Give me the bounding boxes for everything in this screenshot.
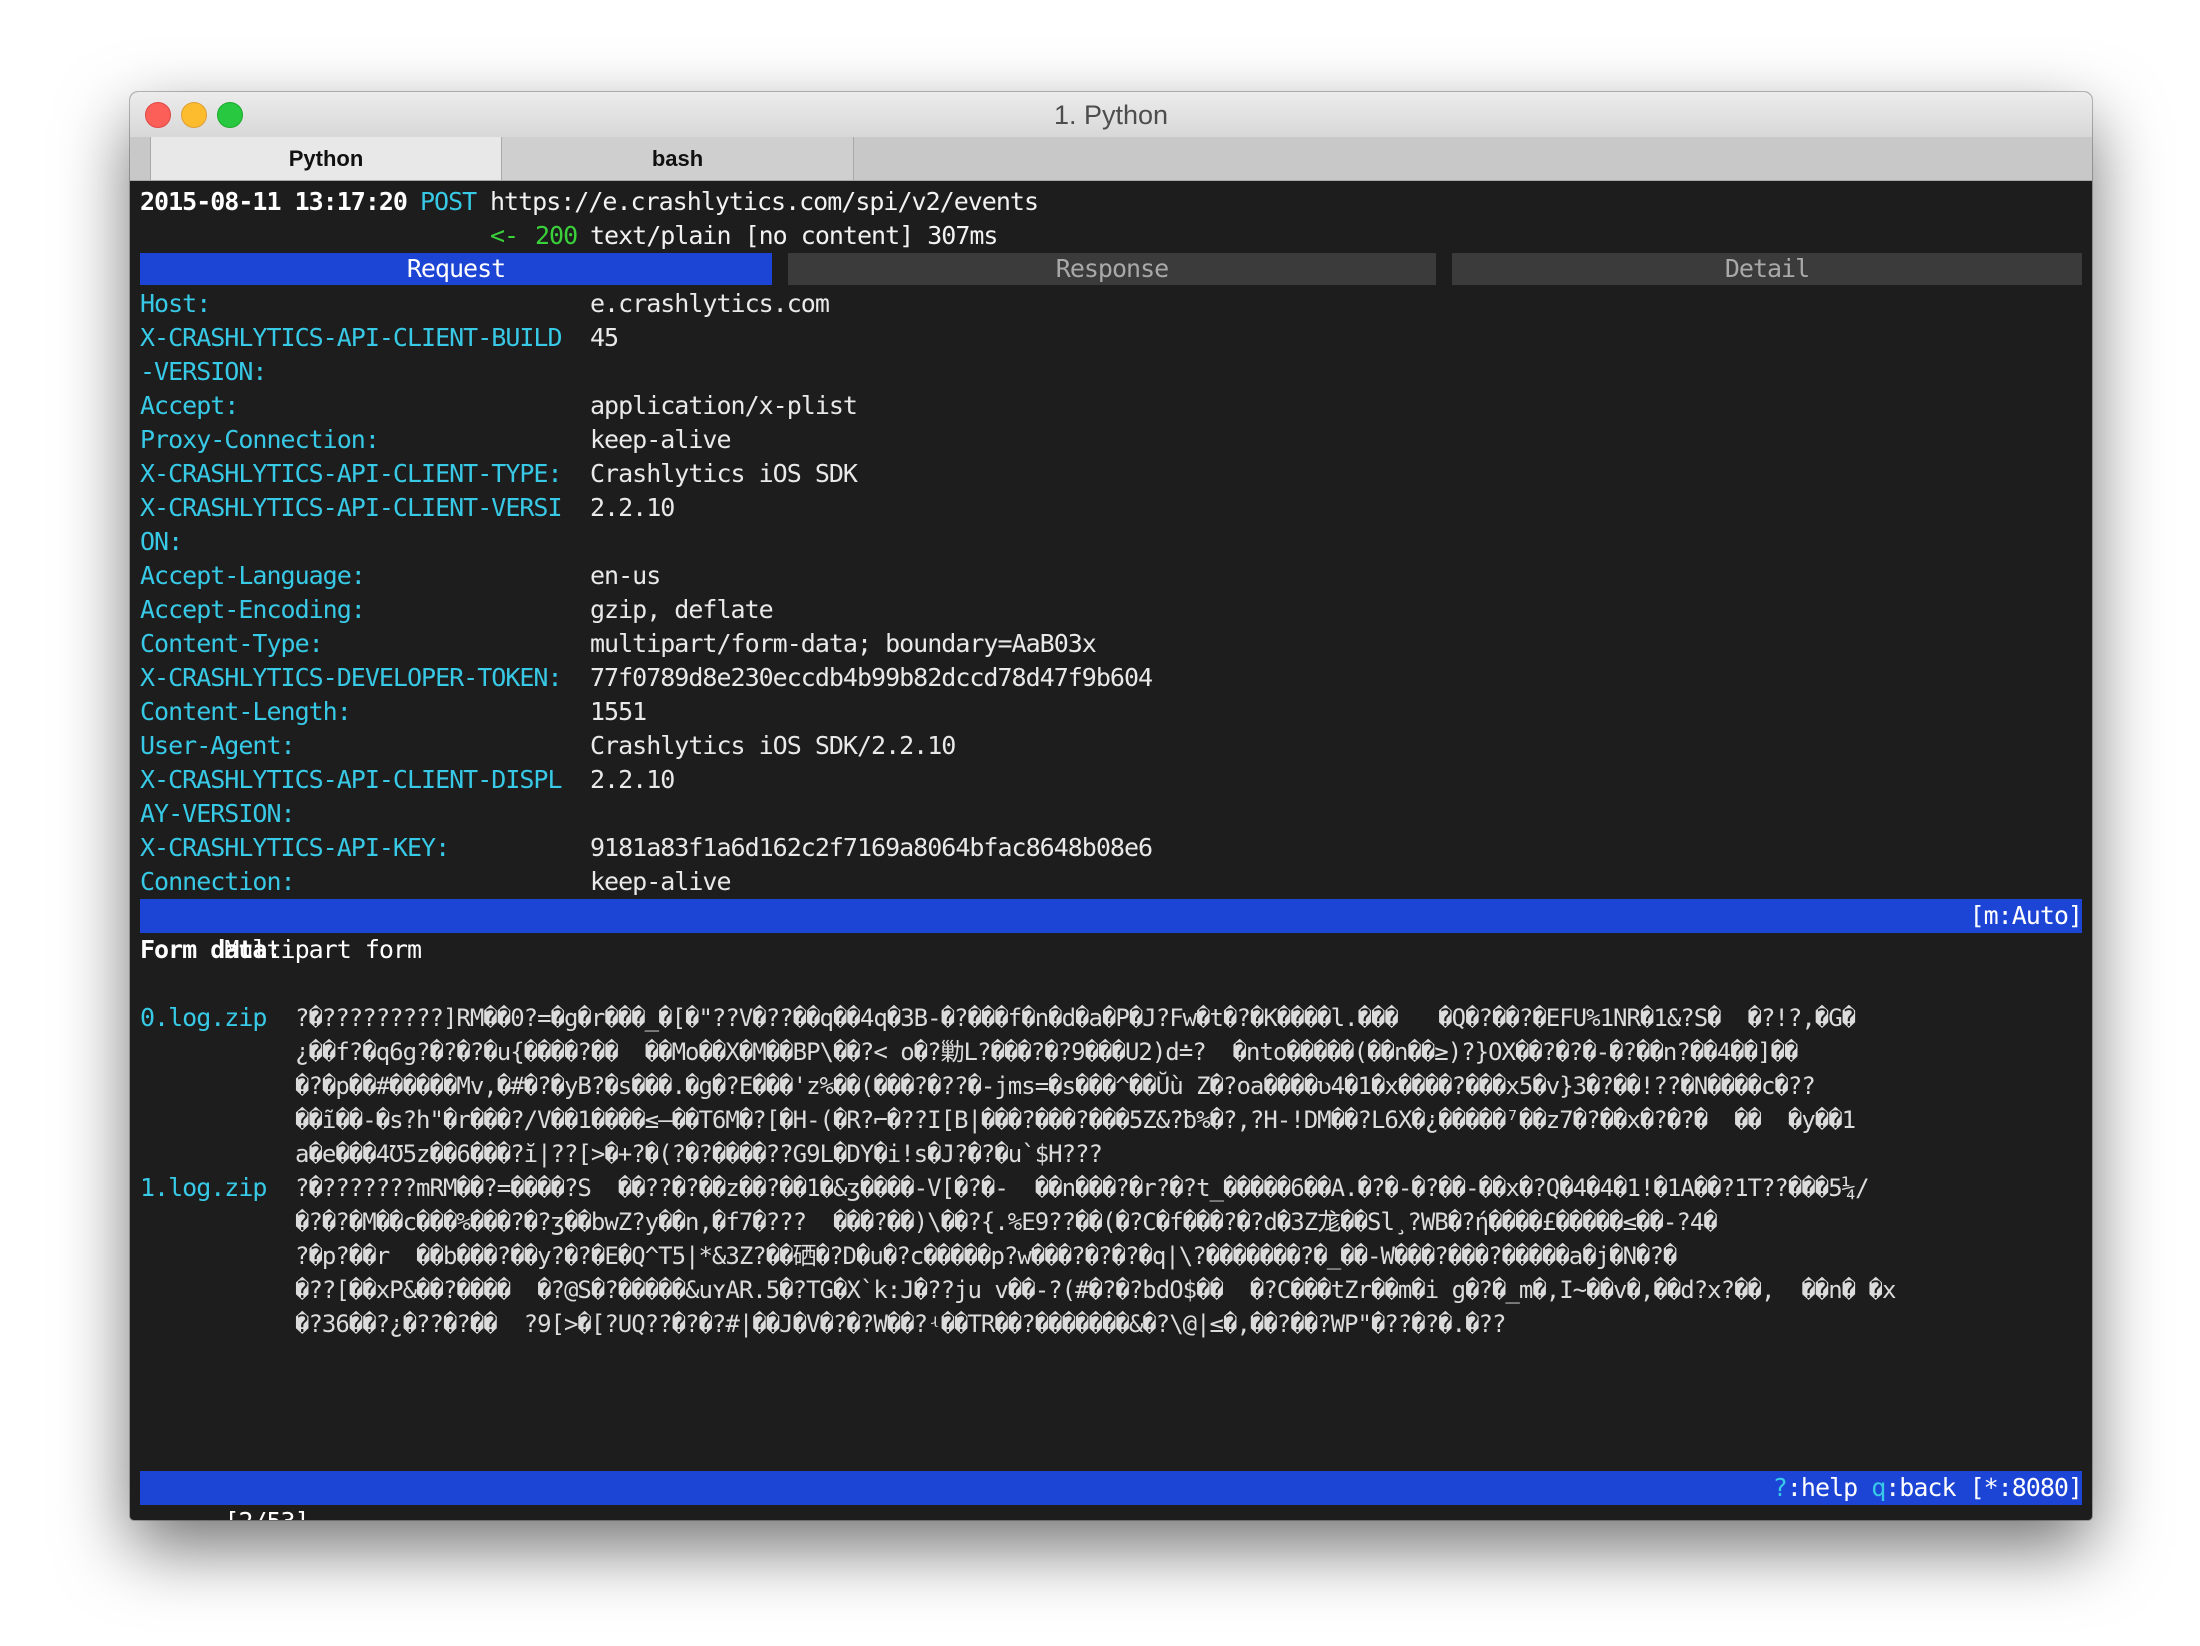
form-data-label: Form data: [140,935,282,964]
header-row: ON: [140,525,2082,559]
view-tab-bar: Request Response Detail [140,253,2082,287]
multipart-form-bar: Multipart form [m:Auto] [140,899,2083,964]
form-field-value-line: a�e���4Ʊ5z��6���?ĭ|??[>�+?�(?�?����??G9L… [295,1140,1103,1168]
header-value: Crashlytics iOS SDK/2.2.10 [590,731,956,760]
header-key: X-CRASHLYTICS-API-CLIENT-DISPL [140,765,563,794]
header-value: 2.2.10 [590,493,675,522]
terminal-window: 1. Python Python bash 2015-08-11 13:17:2… [130,92,2092,1520]
flow-position: [2/53] [224,1507,309,1520]
tab-request[interactable]: Request [140,253,772,285]
header-key: X-CRASHLYTICS-API-CLIENT-BUILD [140,323,563,352]
header-key: Accept: [140,391,239,420]
header-value: 45 [590,323,619,352]
header-key: Accept-Encoding: [140,595,366,624]
status-bar-shortcuts: ?:help q:back [*:8080] [1773,1471,2083,1505]
header-row: X-CRASHLYTICS-API-CLIENT-BUILD 45 [140,321,2082,355]
header-row: Content-Length: 1551 [140,695,2082,729]
header-row: Content-Type: multipart/form-data; bound… [140,627,2082,661]
form-field-value-line: ?�???????mRM��?=����?S ��??�?��z��?��1�&… [295,1174,1870,1202]
header-value: application/x-plist [590,391,858,420]
form-field-value-line: ?�p?��r ��b���?��y?�?�E�Q^T5|*&3Z?��硒�?D… [295,1242,1677,1270]
flow-method: POST [420,187,477,216]
header-key: X-CRASHLYTICS-DEVELOPER-TOKEN: [140,663,563,692]
header-row: X-CRASHLYTICS-API-CLIENT-VERSI 2.2.10 [140,491,2082,525]
form-field-value-line: �?�p��#�����Mv,�#�?�yB?�s���.�g�?E���'z%… [295,1072,1816,1100]
header-key: AY-VERSION: [140,799,296,828]
header-key: X-CRASHLYTICS-API-CLIENT-TYPE: [140,459,563,488]
header-value: 1551 [590,697,647,726]
form-field-value-line: ��ĩ��-�s?h"�r���?/V��1����≤—��T6M�?[�H-(… [295,1106,1856,1134]
terminal-content[interactable]: 2015-08-11 13:17:20 POST https://e.crash… [140,181,2083,1520]
tab-python[interactable]: Python [150,137,502,180]
terminal-tab-bar: Python bash [130,137,2092,181]
header-value: 2.2.10 [590,765,675,794]
header-row: -VERSION: [140,355,2082,389]
header-key: X-CRASHLYTICS-API-CLIENT-VERSI [140,493,563,522]
header-key: User-Agent: [140,731,296,760]
help-label: :help [1786,1473,1858,1502]
header-row: Connection: keep-alive [140,865,2082,899]
form-field-value-line: �??[��xP&��?���� �?@S�?�����&uʏAR.5�?TG�… [295,1276,1896,1304]
header-row: Proxy-Connection: keep-alive [140,423,2082,457]
back-label: :back [1885,1473,1956,1502]
header-row: AY-VERSION: [140,797,2082,831]
form-field-value-line: ¿��f?�q6g?�?�?�u{����?�� ��Mo��X�M��BP\�… [295,1038,1798,1066]
header-key: Accept-Language: [140,561,366,590]
tab-response[interactable]: Response [788,253,1436,285]
header-key: Content-Length: [140,697,352,726]
view-mode-indicator[interactable]: [m:Auto] [1970,899,2083,933]
back-key[interactable]: q [1871,1473,1886,1502]
header-key: Host: [140,289,211,318]
response-summary: text/plain [no content] 307ms [590,221,998,250]
flow-timestamp: 2015-08-11 13:17:20 [140,187,408,216]
flow-response-line: <- 200 text/plain [no content] 307ms [140,219,2082,253]
header-value: 9181a83f1a6d162c2f7169a8064bfac8648b08e6 [590,833,1153,862]
header-row: X-CRASHLYTICS-API-CLIENT-DISPL 2.2.10 [140,763,2082,797]
header-value: gzip, deflate [590,595,774,624]
header-row: X-CRASHLYTICS-DEVELOPER-TOKEN: 77f0789d8… [140,661,2082,695]
header-row: X-CRASHLYTICS-API-KEY: 9181a83f1a6d162c2… [140,831,2082,865]
header-key: Proxy-Connection: [140,425,380,454]
header-row: Accept: application/x-plist [140,389,2082,423]
title-bar[interactable]: 1. Python [130,92,2092,138]
header-value: e.crashlytics.com [590,289,830,318]
proxy-port: [*:8080] [1969,1473,2083,1502]
response-arrow: <- [490,221,519,250]
status-bar: [2/53] ?:help q:back [*:8080] [140,1471,2083,1520]
header-row: Accept-Language: en-us [140,559,2082,593]
header-key: ON: [140,527,183,556]
header-value: multipart/form-data; boundary=AaB03x [590,629,1097,658]
header-key: X-CRASHLYTICS-API-KEY: [140,833,450,862]
response-status: 200 [535,221,578,250]
header-row: User-Agent: Crashlytics iOS SDK/2.2.10 [140,729,2082,763]
tab-detail[interactable]: Detail [1452,253,2082,285]
header-value: keep-alive [590,867,732,896]
help-key[interactable]: ? [1773,1473,1788,1502]
header-key: Content-Type: [140,629,324,658]
form-field-value-line: ?�?????????]RM��0?=�g�r���_�[�"??V�??��q… [295,1004,1856,1032]
header-row: X-CRASHLYTICS-API-CLIENT-TYPE: Crashlyti… [140,457,2082,491]
header-row: Accept-Encoding: gzip, deflate [140,593,2082,627]
header-value: en-us [590,561,661,590]
header-value: keep-alive [590,425,732,454]
header-row: Host: e.crashlytics.com [140,287,2082,321]
header-key: -VERSION: [140,357,267,386]
header-value: 77f0789d8e230eccdb4b99b82dccd78d47f9b604 [590,663,1153,692]
window-title: 1. Python [1053,100,1169,130]
header-key: Connection: [140,867,296,896]
tab-bash[interactable]: bash [502,137,854,180]
form-field-value-line: �?36��?¿�??�?�� ?9[>�[?UQ??�?�?#|��J�V�?… [295,1310,1506,1338]
form-field-value-line: �?�?�M��c���%���?�?ʒ��bwZ?y��n,�f7�??? �… [295,1208,1718,1236]
flow-request-line: 2015-08-11 13:17:20 POST https://e.crash… [140,185,2082,219]
header-value: Crashlytics iOS SDK [590,459,858,488]
flow-url: https://e.crashlytics.com/spi/v2/events [490,187,1039,216]
